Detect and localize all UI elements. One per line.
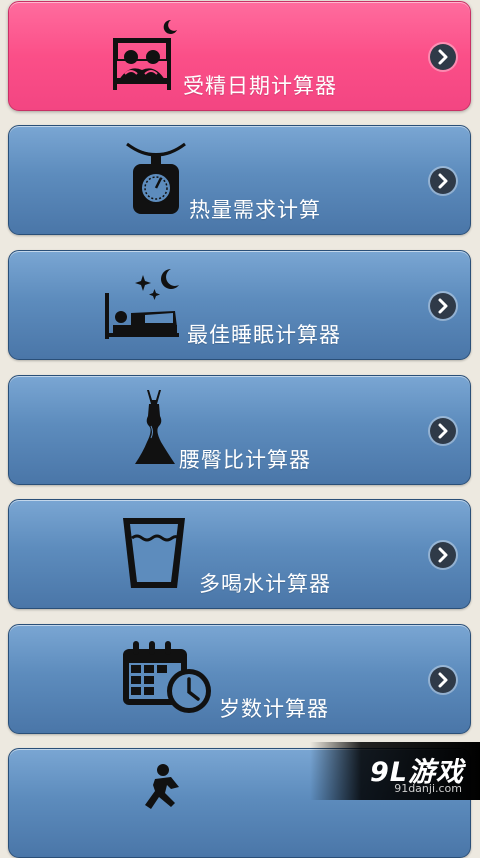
list-item-age-calculator[interactable]: 岁数计算器 [8,624,471,734]
dress-icon [131,386,177,472]
item-label: 腰臀比计算器 [179,448,311,472]
runner-icon [141,763,191,827]
chevron-right-icon[interactable] [430,293,456,319]
item-label: 受精日期计算器 [183,74,337,98]
watermark-url: 91danji.com [394,782,462,795]
list-item-waist-hip-calculator[interactable]: 腰臀比计算器 [8,375,471,485]
item-label: 岁数计算器 [219,697,329,721]
watermark: 9L游戏 91danji.com [310,742,480,800]
list-item-sleep-calculator[interactable]: 最佳睡眠计算器 [8,250,471,360]
item-label: 最佳睡眠计算器 [187,323,341,347]
chevron-right-icon[interactable] [430,542,456,568]
calendar-clock-icon [119,639,215,723]
list-item-water-calculator[interactable]: 多喝水计算器 [8,499,471,609]
couple-bed-moon-icon [109,14,181,98]
item-label: 热量需求计算 [189,198,321,222]
kitchen-scale-icon [125,138,187,222]
sleeping-person-stars-icon [101,263,183,349]
calculator-list: 受精日期计算器 热量需求计算 最佳睡眠计算器 腰臀比计算器 多喝水计算器 岁数计… [0,0,480,858]
water-glass-icon [121,514,187,596]
chevron-right-icon[interactable] [430,418,456,444]
chevron-right-icon[interactable] [430,667,456,693]
list-item-calorie-calculator[interactable]: 热量需求计算 [8,125,471,235]
chevron-right-icon[interactable] [430,44,456,70]
chevron-right-icon[interactable] [430,168,456,194]
item-label: 多喝水计算器 [199,572,331,596]
list-item-fertility-calculator[interactable]: 受精日期计算器 [8,1,471,111]
